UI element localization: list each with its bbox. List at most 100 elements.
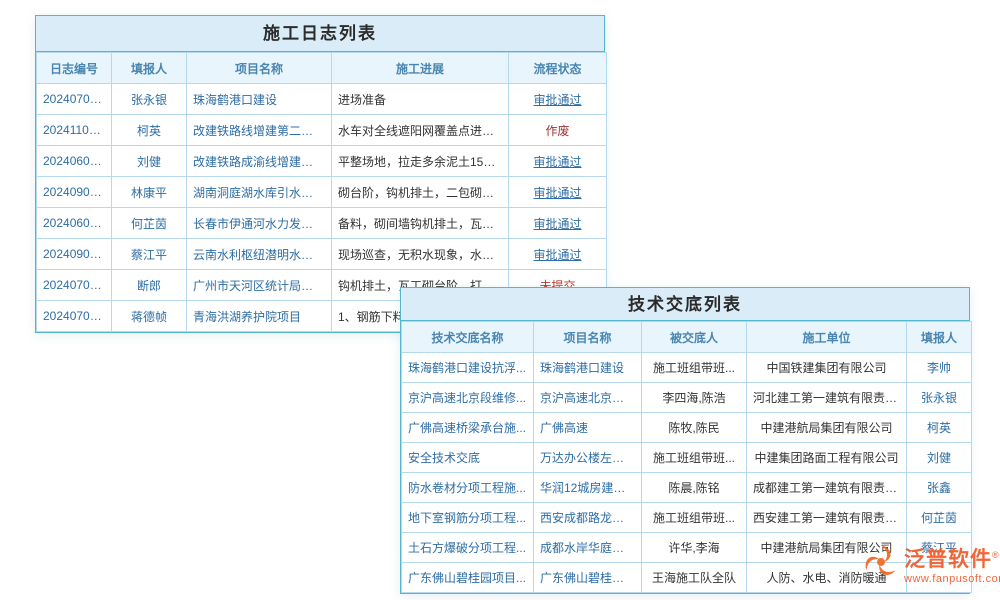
progress-cell: 现场巡查，无积水现象，水马...: [332, 239, 509, 270]
project-cell[interactable]: 珠海鹤港口建设: [534, 353, 642, 383]
reporter-cell: 蒋德帧: [112, 301, 187, 332]
status-cell[interactable]: 审批通过: [509, 84, 607, 115]
project-cell[interactable]: 京沪高速北京段维修: [534, 383, 642, 413]
column-header: 施工进展: [332, 53, 509, 84]
unit-cell: 中国铁建集团有限公司: [747, 353, 907, 383]
project-cell[interactable]: 广东佛山碧桂园项目: [534, 563, 642, 593]
table-row[interactable]: 地下室钢筋分项工程...西安成都路龙湖上...施工班组带班...西安建工第一建筑…: [402, 503, 972, 533]
id-cell[interactable]: 2024110002: [37, 115, 112, 146]
name-cell[interactable]: 防水卷材分项工程施...: [402, 473, 534, 503]
project-cell[interactable]: 成都水岸华庭名苑...: [534, 533, 642, 563]
table-row[interactable]: 2024090009林康平湖南洞庭湖水库引水工程...砌台阶，钩机排土，二包砌间…: [37, 177, 607, 208]
project-cell[interactable]: 万达办公楼左侧A...: [534, 443, 642, 473]
receiver-cell: 施工班组带班...: [642, 503, 747, 533]
name-cell[interactable]: 广佛高速桥梁承台施...: [402, 413, 534, 443]
reporter-cell[interactable]: 柯英: [907, 413, 972, 443]
fanpu-logo-text: 泛普软件® www.fanpusoft.com: [904, 543, 1000, 586]
technical-disclosure-title-bar[interactable]: 技术交底列表: [401, 288, 969, 321]
table-row[interactable]: 2024060006刘健改建铁路成渝线增建第二...平整场地，拉走多余泥土15辆…: [37, 146, 607, 177]
reporter-cell: 张永银: [112, 84, 187, 115]
name-cell[interactable]: 珠海鹤港口建设抗浮...: [402, 353, 534, 383]
project-cell[interactable]: 长春市伊通河水力发电厂...: [187, 208, 332, 239]
receiver-cell: 施工班组带班...: [642, 443, 747, 473]
page-title: 施工日志列表: [263, 24, 377, 43]
progress-cell: 水车对全线遮阳网覆盖点进行...: [332, 115, 509, 146]
reporter-cell: 林康平: [112, 177, 187, 208]
status-cell[interactable]: 审批通过: [509, 208, 607, 239]
column-header: 被交底人: [642, 322, 747, 353]
receiver-cell: 许华,李海: [642, 533, 747, 563]
id-cell[interactable]: 2024090009: [37, 177, 112, 208]
id-cell[interactable]: 2024070011: [37, 84, 112, 115]
unit-cell: 成都建工第一建筑有限责任公司: [747, 473, 907, 503]
id-cell[interactable]: 2024060005: [37, 208, 112, 239]
registered-mark: ®: [992, 550, 1000, 560]
name-cell[interactable]: 广东佛山碧桂园项目...: [402, 563, 534, 593]
receiver-cell: 李四海,陈浩: [642, 383, 747, 413]
status-cell[interactable]: 审批通过: [509, 177, 607, 208]
name-cell[interactable]: 土石方爆破分项工程...: [402, 533, 534, 563]
reporter-cell[interactable]: 何芷茵: [907, 503, 972, 533]
project-cell[interactable]: 青海洪湖养护院项目: [187, 301, 332, 332]
id-cell[interactable]: 2024070009: [37, 301, 112, 332]
column-header: 技术交底名称: [402, 322, 534, 353]
reporter-cell: 蔡江平: [112, 239, 187, 270]
construction-log-window: 施工日志列表 日志编号填报人项目名称施工进展流程状态 2024070011张永银…: [35, 15, 605, 333]
id-cell[interactable]: 2024070011: [37, 270, 112, 301]
receiver-cell: 陈晨,陈铭: [642, 473, 747, 503]
table-row[interactable]: 2024060005何芷茵长春市伊通河水力发电厂...备料，砌间墙钩机排土，瓦工…: [37, 208, 607, 239]
table-header-row: 技术交底名称项目名称被交底人施工单位填报人: [402, 322, 972, 353]
project-cell[interactable]: 改建铁路线增建第二线直...: [187, 115, 332, 146]
receiver-cell: 陈牧,陈民: [642, 413, 747, 443]
table-row[interactable]: 2024070011张永银珠海鹤港口建设进场准备审批通过: [37, 84, 607, 115]
fanpu-swirl-icon: [862, 543, 900, 586]
project-cell[interactable]: 改建铁路成渝线增建第二...: [187, 146, 332, 177]
project-cell[interactable]: 广州市天河区统计局机房...: [187, 270, 332, 301]
unit-cell: 西安建工第一建筑有限责任公司: [747, 503, 907, 533]
name-cell[interactable]: 地下室钢筋分项工程...: [402, 503, 534, 533]
brand-url: www.fanpusoft.com: [904, 572, 1000, 586]
id-cell[interactable]: 2024090009: [37, 239, 112, 270]
table-row[interactable]: 防水卷材分项工程施...华润12城房建工...陈晨,陈铭成都建工第一建筑有限责任…: [402, 473, 972, 503]
project-cell[interactable]: 珠海鹤港口建设: [187, 84, 332, 115]
project-cell[interactable]: 华润12城房建工...: [534, 473, 642, 503]
receiver-cell: 王海施工队全队: [642, 563, 747, 593]
status-cell[interactable]: 作废: [509, 115, 607, 146]
project-cell[interactable]: 广佛高速: [534, 413, 642, 443]
name-cell[interactable]: 安全技术交底: [402, 443, 534, 473]
reporter-cell[interactable]: 李帅: [907, 353, 972, 383]
name-cell[interactable]: 京沪高速北京段维修...: [402, 383, 534, 413]
table-row[interactable]: 广佛高速桥梁承台施...广佛高速陈牧,陈民中建港航局集团有限公司柯英: [402, 413, 972, 443]
column-header: 项目名称: [534, 322, 642, 353]
progress-cell: 平整场地，拉走多余泥土15辆...: [332, 146, 509, 177]
reporter-cell[interactable]: 刘健: [907, 443, 972, 473]
status-cell[interactable]: 审批通过: [509, 239, 607, 270]
status-cell[interactable]: 审批通过: [509, 146, 607, 177]
project-cell[interactable]: 云南水利枢纽潜明水库一...: [187, 239, 332, 270]
column-header: 填报人: [907, 322, 972, 353]
column-header: 项目名称: [187, 53, 332, 84]
reporter-cell: 柯英: [112, 115, 187, 146]
table-row[interactable]: 京沪高速北京段维修...京沪高速北京段维修李四海,陈浩河北建工第一建筑有限责任公…: [402, 383, 972, 413]
table-header-row: 日志编号填报人项目名称施工进展流程状态: [37, 53, 607, 84]
progress-cell: 进场准备: [332, 84, 509, 115]
receiver-cell: 施工班组带班...: [642, 353, 747, 383]
fanpu-logo: 泛普软件® www.fanpusoft.com: [862, 543, 1000, 586]
project-cell[interactable]: 湖南洞庭湖水库引水工程...: [187, 177, 332, 208]
column-header: 填报人: [112, 53, 187, 84]
table-row[interactable]: 珠海鹤港口建设抗浮...珠海鹤港口建设施工班组带班...中国铁建集团有限公司李帅: [402, 353, 972, 383]
page-title: 技术交底列表: [628, 295, 742, 314]
column-header: 日志编号: [37, 53, 112, 84]
construction-log-title-bar[interactable]: 施工日志列表: [36, 16, 604, 52]
reporter-cell: 断郎: [112, 270, 187, 301]
project-cell[interactable]: 西安成都路龙湖上...: [534, 503, 642, 533]
reporter-cell: 何芷茵: [112, 208, 187, 239]
id-cell[interactable]: 2024060006: [37, 146, 112, 177]
brand-name: 泛普软件®: [904, 543, 1000, 572]
reporter-cell[interactable]: 张永银: [907, 383, 972, 413]
table-row[interactable]: 2024090009蔡江平云南水利枢纽潜明水库一...现场巡查，无积水现象，水马…: [37, 239, 607, 270]
unit-cell: 中建集团路面工程有限公司: [747, 443, 907, 473]
table-row[interactable]: 2024110002柯英改建铁路线增建第二线直...水车对全线遮阳网覆盖点进行.…: [37, 115, 607, 146]
reporter-cell[interactable]: 张鑫: [907, 473, 972, 503]
table-row[interactable]: 安全技术交底万达办公楼左侧A...施工班组带班...中建集团路面工程有限公司刘健: [402, 443, 972, 473]
